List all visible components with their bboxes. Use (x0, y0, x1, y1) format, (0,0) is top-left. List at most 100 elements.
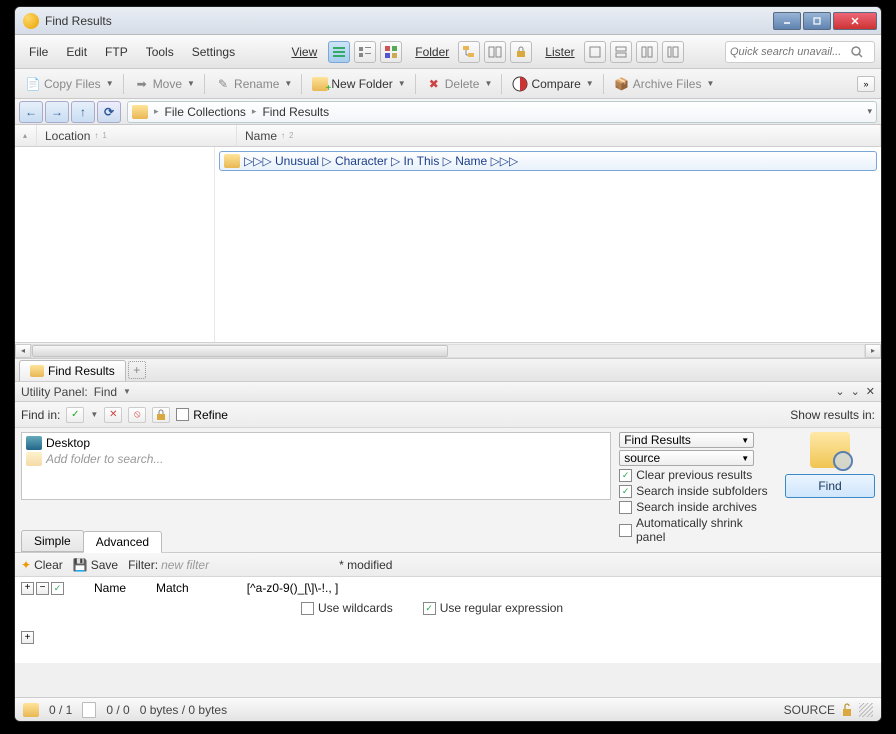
remove-folder-icon[interactable]: ✕ (104, 407, 122, 423)
save-filter-button[interactable]: 💾Save (73, 558, 118, 572)
navigation-bar: ← → ↑ ⟳ ▸ File Collections ▸ Find Result… (15, 99, 881, 125)
horizontal-scrollbar[interactable]: ◂ ▸ (15, 342, 881, 358)
delete-icon: ✖ (426, 76, 442, 92)
maximize-button[interactable] (803, 12, 831, 30)
menu-folder[interactable]: Folder (405, 45, 455, 59)
chevron-down-icon[interactable]: ▼ (123, 387, 131, 396)
find-button[interactable]: Find (785, 474, 875, 498)
nav-back-button[interactable]: ← (19, 101, 43, 123)
chevron-down-icon[interactable]: ▼ (90, 410, 98, 419)
filter-dropdown[interactable]: Filter: new filter (128, 558, 209, 572)
status-source: SOURCE (784, 703, 835, 717)
add-folder-hint[interactable]: Add folder to search... (26, 451, 606, 467)
move-button[interactable]: ➡Move▼ (130, 74, 198, 94)
scroll-right-button[interactable]: ▸ (865, 344, 881, 358)
resize-grip[interactable] (859, 703, 873, 717)
lister-dualh-icon[interactable] (610, 41, 632, 63)
new-tab-button[interactable]: + (128, 361, 146, 379)
archive-button[interactable]: 📦Archive Files▼ (610, 74, 718, 94)
add-folder-icon[interactable]: ✓ (66, 407, 84, 423)
column-name[interactable]: Name↑2 (237, 125, 881, 146)
copy-files-button[interactable]: 📄Copy Files▼ (21, 74, 117, 94)
refine-checkbox[interactable]: Refine (176, 408, 228, 422)
column-location[interactable]: Location↑1 (37, 125, 237, 146)
archives-checkbox[interactable]: Search inside archives (619, 500, 773, 514)
breadcrumb-current[interactable]: Find Results (262, 105, 329, 119)
minimize-button[interactable] (773, 12, 801, 30)
add-clause-button[interactable]: + (21, 582, 34, 595)
menu-lister[interactable]: Lister (535, 45, 580, 59)
results-target-combo[interactable]: Find Results▼ (619, 432, 754, 448)
chevron-down-icon[interactable]: ▾ (867, 106, 872, 117)
quick-search[interactable] (725, 41, 875, 63)
menu-file[interactable]: File (21, 41, 56, 63)
sort-indicator[interactable]: ▴ (15, 125, 37, 146)
breadcrumb[interactable]: ▸ File Collections ▸ Find Results ▾ (127, 101, 877, 123)
clear-filter-button[interactable]: ✦Clear (21, 558, 63, 572)
breadcrumb-root[interactable]: File Collections (165, 105, 246, 119)
pattern-value[interactable]: [^a-z0-9()_[\]\-!., ] (219, 581, 339, 595)
location-pane[interactable] (15, 147, 215, 342)
folder-icon (224, 154, 240, 168)
search-folder-list[interactable]: Desktop Add folder to search... (21, 432, 611, 500)
clear-results-checkbox[interactable]: ✓Clear previous results (619, 468, 773, 482)
filter-modified-label: * modified (339, 558, 392, 572)
statusbar: 0 / 1 0 / 0 0 bytes / 0 bytes SOURCE (15, 697, 881, 721)
view-thumbs-icon[interactable] (380, 41, 402, 63)
menu-edit[interactable]: Edit (58, 41, 95, 63)
lock-folder-icon[interactable] (152, 407, 170, 423)
view-details-icon[interactable] (328, 41, 350, 63)
name-pane[interactable]: ▷▷▷ Unusual ▷ Character ▷ In This ▷ Name… (215, 147, 881, 342)
folder-icon (30, 365, 44, 377)
folder-tree-icon[interactable] (458, 41, 480, 63)
menu-view[interactable]: View (283, 41, 325, 63)
lister-tree-icon[interactable] (662, 41, 684, 63)
clear-folders-icon[interactable]: ⦸ (128, 407, 146, 423)
remove-clause-button[interactable]: − (36, 582, 49, 595)
menu-tools[interactable]: Tools (138, 41, 182, 63)
menu-ftp[interactable]: FTP (97, 41, 136, 63)
scroll-left-button[interactable]: ◂ (15, 344, 31, 358)
subfolders-checkbox[interactable]: ✓Search inside subfolders (619, 484, 773, 498)
tab-simple[interactable]: Simple (21, 530, 84, 552)
nav-forward-button[interactable]: → (45, 101, 69, 123)
file-row[interactable]: ▷▷▷ Unusual ▷ Character ▷ In This ▷ Name… (219, 151, 877, 171)
toolbar-overflow-button[interactable]: » (857, 76, 875, 92)
chevron-down-icon: ▼ (187, 79, 194, 88)
compare-button[interactable]: Compare▼ (508, 74, 596, 94)
shrink-checkbox[interactable]: Automatically shrink panel (619, 516, 773, 544)
new-folder-button[interactable]: +New Folder▼ (308, 74, 408, 94)
rename-button[interactable]: ✎Rename▼ (211, 74, 295, 94)
delete-button[interactable]: ✖Delete▼ (422, 74, 496, 94)
tab-find-results[interactable]: Find Results (19, 360, 126, 381)
regex-checkbox[interactable]: ✓Use regular expression (423, 601, 563, 615)
clause-enabled-checkbox[interactable]: ✓ (51, 582, 64, 595)
close-panel-button[interactable]: ✕ (866, 385, 875, 398)
chevron-down-icon: ▼ (398, 79, 405, 88)
dual-pane-icon[interactable] (484, 41, 506, 63)
app-icon (23, 13, 39, 29)
folder-list-item[interactable]: Desktop (26, 435, 606, 451)
nav-up-button[interactable]: ↑ (71, 101, 95, 123)
view-list-icon[interactable] (354, 41, 376, 63)
detach-button[interactable]: ⌄ (851, 385, 860, 398)
lister-dualv-icon[interactable] (636, 41, 658, 63)
quick-search-input[interactable] (730, 46, 850, 58)
clause-type[interactable]: Name (94, 581, 126, 595)
close-button[interactable] (833, 12, 877, 30)
tab-advanced[interactable]: Advanced (83, 531, 162, 553)
add-clause-button[interactable]: + (21, 631, 34, 644)
collapse-button[interactable]: ⌄ (835, 385, 844, 398)
results-source-combo[interactable]: source▼ (619, 450, 754, 466)
utility-panel-mode[interactable]: Find (94, 385, 117, 399)
chevron-down-icon: ▼ (586, 79, 593, 88)
lock-icon[interactable] (510, 41, 532, 63)
scroll-thumb[interactable] (32, 345, 448, 357)
lister-single-icon[interactable] (584, 41, 606, 63)
wildcards-checkbox[interactable]: Use wildcards (301, 601, 393, 615)
menu-settings[interactable]: Settings (184, 41, 243, 63)
scroll-track[interactable] (31, 344, 865, 358)
nav-refresh-button[interactable]: ⟳ (97, 101, 121, 123)
clause-op[interactable]: Match (156, 581, 189, 595)
search-folder-icon (810, 432, 850, 468)
